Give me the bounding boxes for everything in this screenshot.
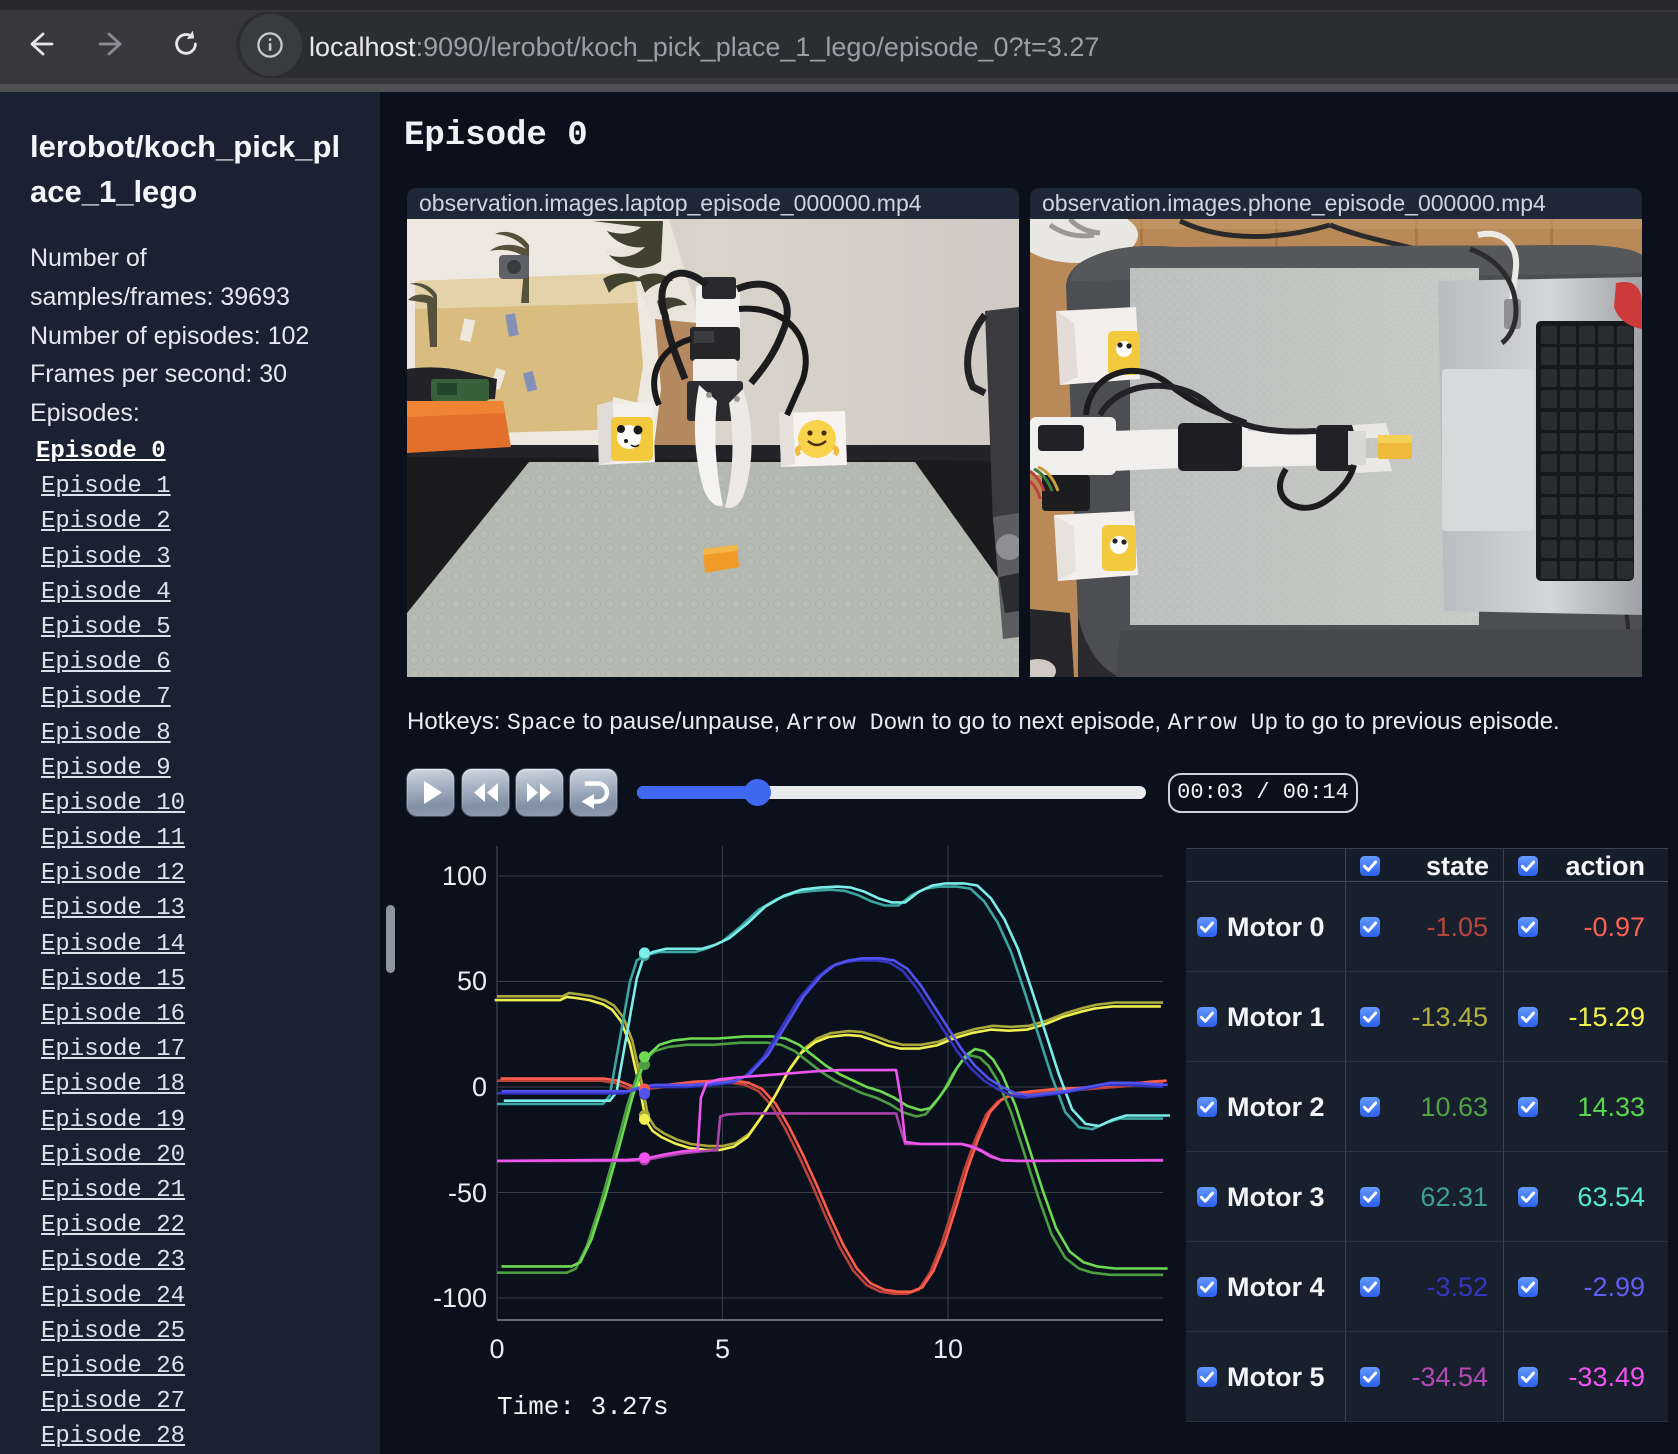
svg-text:0: 0 (472, 1072, 487, 1102)
svg-text:50: 50 (457, 966, 487, 996)
svg-text:100: 100 (442, 861, 487, 891)
svg-text:10: 10 (933, 1334, 963, 1364)
svg-text:-50: -50 (448, 1178, 487, 1208)
svg-text:-100: -100 (433, 1283, 487, 1313)
svg-text:0: 0 (489, 1334, 504, 1364)
svg-text:5: 5 (715, 1334, 730, 1364)
svg-text:Time: 3.27s: Time: 3.27s (497, 1392, 669, 1422)
